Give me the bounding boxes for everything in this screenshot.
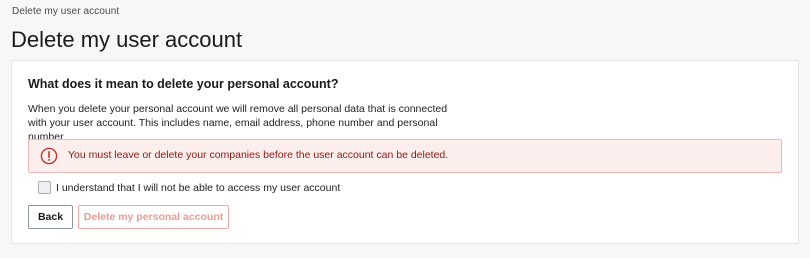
card-description: When you delete your personal account we… <box>28 103 448 143</box>
alert-message: You must leave or delete your companies … <box>68 149 449 161</box>
delete-account-card: What does it mean to delete your persona… <box>11 60 799 244</box>
delete-account-button[interactable]: Delete my personal account <box>78 205 229 229</box>
confirm-checkbox[interactable] <box>38 181 51 194</box>
page-title: Delete my user account <box>11 27 243 52</box>
back-button[interactable]: Back <box>28 205 73 229</box>
card-heading: What does it mean to delete your persona… <box>28 77 339 91</box>
error-alert: You must leave or delete your companies … <box>28 139 782 173</box>
exclamation-circle-icon <box>40 147 58 165</box>
breadcrumb: Delete my user account <box>12 6 120 17</box>
confirm-checkbox-label[interactable]: I understand that I will not be able to … <box>56 182 340 194</box>
